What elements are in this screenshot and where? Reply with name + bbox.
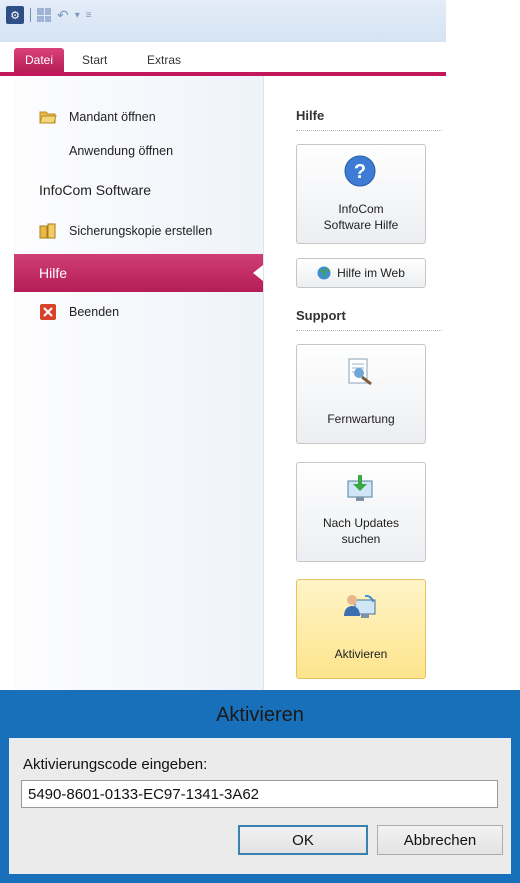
tab-extras[interactable]: Extras <box>147 48 181 72</box>
backstage-window: ⚙ ↶ ▾ ≡ Datei Start Extras Mandant öffne… <box>0 0 446 690</box>
backstage-menu: Mandant öffnen Anwendung öffnen InfoCom … <box>14 76 263 690</box>
hilfe-im-web-button[interactable]: Hilfe im Web <box>296 258 426 288</box>
tab-datei[interactable]: Datei <box>14 48 64 72</box>
menu-anwendung-oeffnen[interactable]: Anwendung öffnen <box>14 136 263 166</box>
app-icon[interactable]: ⚙ <box>6 6 24 24</box>
menu-label: Anwendung öffnen <box>69 144 174 158</box>
button-label-line2: suchen <box>341 532 381 546</box>
menu-beenden[interactable]: Beenden <box>14 297 263 327</box>
hilfe-pane: Hilfe ? InfoCom Software Hilfe Hilfe im … <box>264 76 446 690</box>
activation-dialog: Aktivieren Aktivierungscode eingeben: OK… <box>0 690 520 883</box>
button-label: Aktivieren <box>334 647 388 661</box>
open-folder-icon <box>39 111 57 124</box>
ok-button[interactable]: OK <box>238 825 368 855</box>
infocom-software-hilfe-button[interactable]: ? InfoCom Software Hilfe <box>296 144 426 244</box>
download-update-icon <box>347 475 373 501</box>
backup-icon <box>39 223 56 239</box>
dialog-title: Aktivieren <box>216 704 304 726</box>
help-icon: ? <box>344 155 376 187</box>
quick-access-toolbar: ⚙ ↶ ▾ ≡ <box>6 4 92 26</box>
dialog-body: Aktivierungscode eingeben: OK Abbrechen <box>9 738 511 874</box>
divider <box>296 330 442 331</box>
button-label: Fernwartung <box>327 412 395 426</box>
aktivieren-button[interactable]: Aktivieren <box>296 579 426 679</box>
grid-icon[interactable] <box>37 8 51 22</box>
nach-updates-suchen-button[interactable]: Nach Updates suchen <box>296 462 426 562</box>
remote-maintenance-icon <box>348 358 372 386</box>
menu-label: Beenden <box>69 305 120 319</box>
button-label-line2: Software Hilfe <box>323 218 399 232</box>
selection-indicator <box>253 265 263 281</box>
section-heading-support: Support <box>296 308 346 323</box>
menu-infocom-software[interactable]: InfoCom Software <box>14 175 263 205</box>
activation-code-input[interactable] <box>21 780 498 808</box>
title-bar: ⚙ ↶ ▾ ≡ <box>0 0 446 42</box>
fernwartung-button[interactable]: Fernwartung <box>296 344 426 444</box>
svg-text:?: ? <box>354 161 366 183</box>
button-label: Hilfe im Web <box>337 266 405 280</box>
button-label-line1: InfoCom <box>338 202 384 216</box>
undo-dropdown-icon[interactable]: ▾ <box>75 10 80 21</box>
ribbon-tabs: Datei Start Extras <box>0 46 446 74</box>
menu-sicherungskopie[interactable]: Sicherungskopie erstellen <box>14 216 263 246</box>
menu-label: Mandant öffnen <box>69 110 156 124</box>
activation-icon <box>344 594 376 618</box>
customize-qat-icon[interactable]: ≡ <box>86 10 92 21</box>
menu-label: Sicherungskopie erstellen <box>69 224 213 238</box>
undo-icon[interactable]: ↶ <box>57 7 69 24</box>
close-icon <box>40 304 56 320</box>
menu-hilfe[interactable]: Hilfe <box>14 254 263 292</box>
menu-label: Hilfe <box>39 265 68 281</box>
separator <box>30 8 31 22</box>
divider <box>296 130 442 131</box>
globe-icon <box>317 266 331 280</box>
section-heading-hilfe: Hilfe <box>296 108 325 123</box>
menu-label: InfoCom Software <box>39 182 152 198</box>
activation-code-label: Aktivierungscode eingeben: <box>23 756 208 773</box>
button-label-line1: Nach Updates <box>322 516 400 530</box>
cancel-button[interactable]: Abbrechen <box>377 825 503 855</box>
tab-start[interactable]: Start <box>82 48 107 72</box>
menu-mandant-oeffnen[interactable]: Mandant öffnen <box>14 102 263 132</box>
